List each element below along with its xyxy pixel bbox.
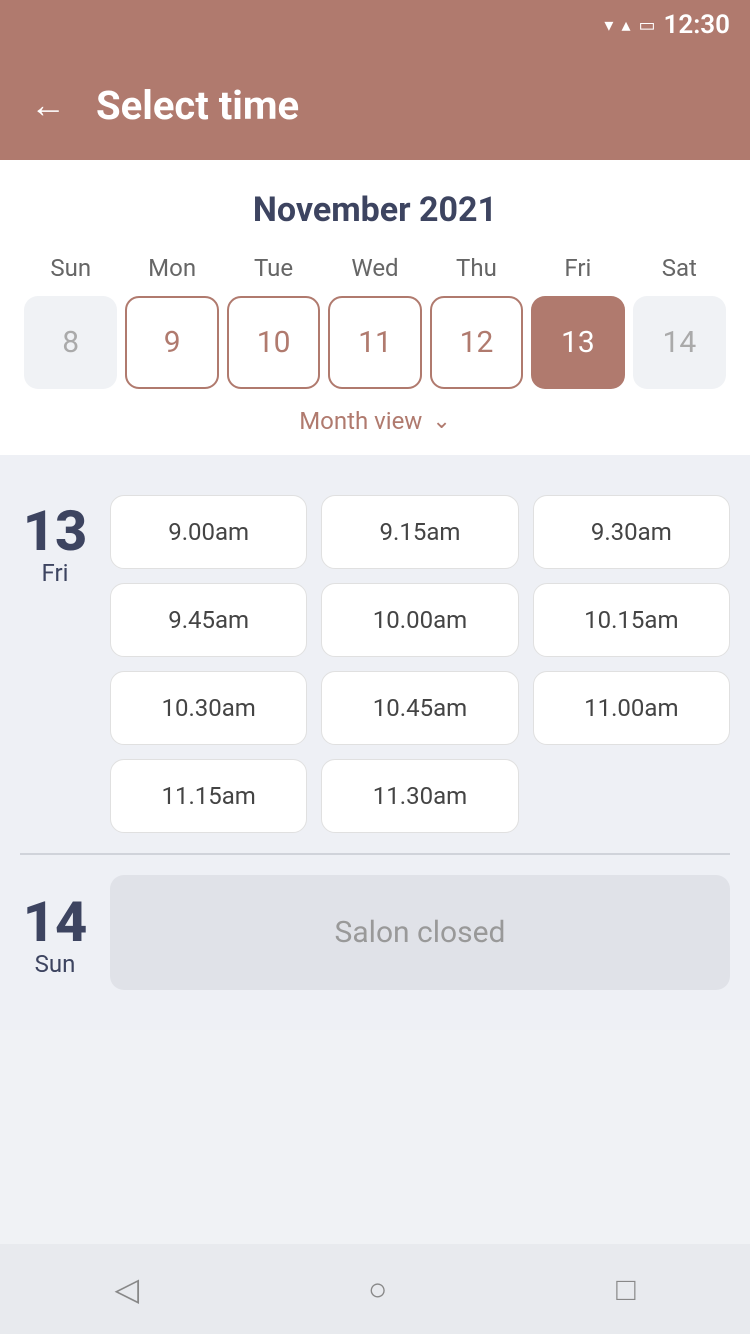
day-14: 14 xyxy=(633,296,726,389)
time-slot-1000am[interactable]: 10.00am xyxy=(321,583,518,657)
bottom-nav: ◁ ○ □ xyxy=(0,1244,750,1334)
day-label-13: 13 Fri xyxy=(20,495,90,587)
nav-home-icon[interactable]: ○ xyxy=(368,1270,387,1308)
day-name-14: Sun xyxy=(35,950,76,978)
day-block-13: 13 Fri 9.00am 9.15am 9.30am 9.45am 10.00… xyxy=(20,475,730,853)
day-12[interactable]: 12 xyxy=(430,296,523,389)
time-slot-945am[interactable]: 9.45am xyxy=(110,583,307,657)
chevron-down-icon: ⌄ xyxy=(432,409,450,434)
schedule-section: 13 Fri 9.00am 9.15am 9.30am 9.45am 10.00… xyxy=(0,455,750,1030)
time-grid-13: 9.00am 9.15am 9.30am 9.45am 10.00am 10.1… xyxy=(110,495,730,833)
day-8: 8 xyxy=(24,296,117,389)
back-button[interactable]: ← xyxy=(30,87,66,123)
time-slot-1030am[interactable]: 10.30am xyxy=(110,671,307,745)
weekday-fri: Fri xyxy=(527,254,628,282)
weekdays-row: Sun Mon Tue Wed Thu Fri Sat xyxy=(20,254,730,282)
time-slot-1130am[interactable]: 11.30am xyxy=(321,759,518,833)
day-10[interactable]: 10 xyxy=(227,296,320,389)
day-13[interactable]: 13 xyxy=(531,296,624,389)
day-label-14: 14 Sun xyxy=(20,886,90,978)
weekday-mon: Mon xyxy=(121,254,222,282)
weekday-tue: Tue xyxy=(223,254,324,282)
month-year-label: November 2021 xyxy=(20,190,730,230)
nav-recent-icon[interactable]: □ xyxy=(616,1270,635,1308)
days-row: 8 9 10 11 12 13 14 xyxy=(20,296,730,389)
time-slot-900am[interactable]: 9.00am xyxy=(110,495,307,569)
status-icons: ▾ ▴ ▭ 12:30 xyxy=(604,10,730,40)
day-11[interactable]: 11 xyxy=(328,296,421,389)
month-view-toggle[interactable]: Month view ⌄ xyxy=(20,407,730,435)
weekday-sun: Sun xyxy=(20,254,121,282)
page-title: Select time xyxy=(96,82,299,129)
status-time: 12:30 xyxy=(664,10,731,40)
day-number-14: 14 xyxy=(23,894,88,950)
day-name-13: Fri xyxy=(42,559,69,587)
time-slot-915am[interactable]: 9.15am xyxy=(321,495,518,569)
day-block-14: 14 Sun Salon closed xyxy=(20,855,730,1010)
calendar-section: November 2021 Sun Mon Tue Wed Thu Fri Sa… xyxy=(0,160,750,455)
app-header: ← Select time xyxy=(0,50,750,160)
wifi-icon: ▾ xyxy=(604,15,613,36)
time-slot-1115am[interactable]: 11.15am xyxy=(110,759,307,833)
weekday-thu: Thu xyxy=(426,254,527,282)
signal-icon: ▴ xyxy=(621,15,630,36)
month-view-label: Month view xyxy=(299,407,422,435)
battery-icon: ▭ xyxy=(638,15,655,36)
time-slot-930am[interactable]: 9.30am xyxy=(533,495,730,569)
weekday-wed: Wed xyxy=(324,254,425,282)
day-9[interactable]: 9 xyxy=(125,296,218,389)
nav-back-icon[interactable]: ◁ xyxy=(114,1270,139,1308)
weekday-sat: Sat xyxy=(629,254,730,282)
day-number-13: 13 xyxy=(23,503,88,559)
salon-closed-message: Salon closed xyxy=(110,875,730,990)
time-slot-1045am[interactable]: 10.45am xyxy=(321,671,518,745)
time-slot-1015am[interactable]: 10.15am xyxy=(533,583,730,657)
time-slot-1100am[interactable]: 11.00am xyxy=(533,671,730,745)
status-bar: ▾ ▴ ▭ 12:30 xyxy=(0,0,750,50)
